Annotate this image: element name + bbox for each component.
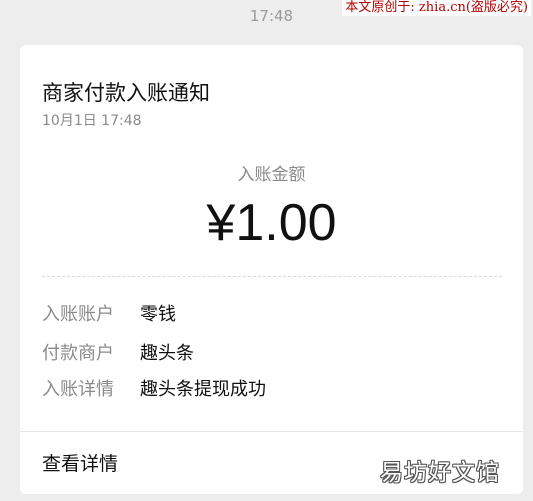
detail-row-value: 趣头条提现成功 bbox=[140, 379, 266, 400]
footer-divider bbox=[20, 431, 523, 432]
payment-notification-card[interactable]: 商家付款入账通知 10月1日 17:48 入账金额 ¥1.00 入账账户 零钱 付… bbox=[20, 45, 523, 494]
view-details-link[interactable]: 查看详情 bbox=[42, 449, 118, 476]
amount-label: 入账金额 bbox=[237, 165, 306, 185]
detail-row-account: 入账账户 零钱 bbox=[42, 302, 176, 328]
detail-row-label: 付款商户 bbox=[42, 343, 114, 364]
notification-title: 商家付款入账通知 bbox=[42, 81, 210, 105]
detail-row-value: 趣头条 bbox=[140, 343, 194, 364]
amount-value: ¥1.00 bbox=[206, 194, 337, 252]
detail-row-label: 入账详情 bbox=[42, 379, 114, 400]
notification-datetime: 10月1日 17:48 bbox=[42, 113, 142, 129]
detail-row-merchant: 付款商户 趣头条 bbox=[42, 341, 194, 367]
message-timestamp: 17:48 bbox=[249, 7, 294, 25]
watermark-logo: 易坊好文馆 bbox=[380, 460, 500, 486]
detail-row-label: 入账账户 bbox=[42, 304, 114, 325]
detail-row-description: 入账详情 趣头条提现成功 bbox=[42, 377, 266, 403]
detail-row-value: 零钱 bbox=[140, 304, 176, 325]
dashed-divider bbox=[42, 276, 502, 277]
